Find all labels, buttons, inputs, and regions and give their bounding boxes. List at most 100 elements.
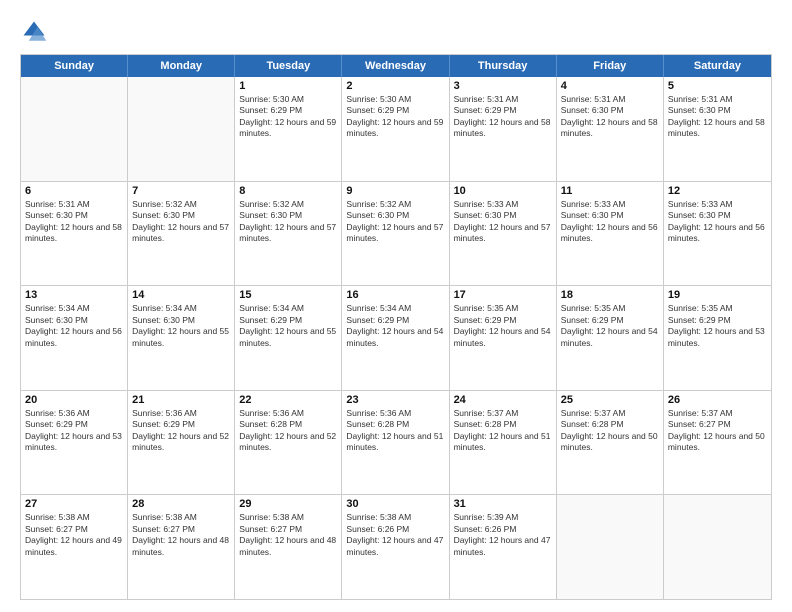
day-number: 1 (239, 80, 337, 92)
weekday-header: Saturday (664, 55, 771, 77)
calendar-header: SundayMondayTuesdayWednesdayThursdayFrid… (21, 55, 771, 77)
calendar-cell: 3 Sunrise: 5:31 AM Sunset: 6:29 PM Daylig… (450, 77, 557, 181)
cell-info: Sunrise: 5:39 AM Sunset: 6:26 PM Dayligh… (454, 512, 552, 558)
calendar-cell: 28 Sunrise: 5:38 AM Sunset: 6:27 PM Dayli… (128, 495, 235, 599)
cell-info: Sunrise: 5:35 AM Sunset: 6:29 PM Dayligh… (454, 303, 552, 349)
day-number: 12 (668, 185, 767, 197)
day-number: 31 (454, 498, 552, 510)
cell-info: Sunrise: 5:33 AM Sunset: 6:30 PM Dayligh… (668, 199, 767, 245)
day-number: 21 (132, 394, 230, 406)
calendar-cell: 25 Sunrise: 5:37 AM Sunset: 6:28 PM Dayli… (557, 391, 664, 495)
calendar-row: 27 Sunrise: 5:38 AM Sunset: 6:27 PM Dayli… (21, 494, 771, 599)
cell-info: Sunrise: 5:38 AM Sunset: 6:27 PM Dayligh… (132, 512, 230, 558)
day-number: 6 (25, 185, 123, 197)
calendar-cell: 14 Sunrise: 5:34 AM Sunset: 6:30 PM Dayli… (128, 286, 235, 390)
calendar-cell: 15Sunrise: 5:34 AM Sunset: 6:29 PM Dayli… (235, 286, 342, 390)
day-number: 16 (346, 289, 444, 301)
calendar-cell: 5 Sunrise: 5:31 AM Sunset: 6:30 PM Daylig… (664, 77, 771, 181)
cell-info: Sunrise: 5:30 AM Sunset: 6:29 PM Dayligh… (346, 94, 444, 140)
calendar-cell: 1 Sunrise: 5:30 AM Sunset: 6:29 PM Daylig… (235, 77, 342, 181)
cell-info: Sunrise: 5:32 AM Sunset: 6:30 PM Dayligh… (239, 199, 337, 245)
day-number: 25 (561, 394, 659, 406)
calendar-cell: 22 Sunrise: 5:36 AM Sunset: 6:28 PM Dayli… (235, 391, 342, 495)
logo-icon (20, 18, 48, 46)
logo (20, 18, 52, 46)
day-number: 19 (668, 289, 767, 301)
cell-info: Sunrise: 5:38 AM Sunset: 6:27 PM Dayligh… (25, 512, 123, 558)
day-number: 8 (239, 185, 337, 197)
cell-info: Sunrise: 5:31 AM Sunset: 6:30 PM Dayligh… (561, 94, 659, 140)
calendar-cell: 19 Sunrise: 5:35 AM Sunset: 6:29 PM Dayli… (664, 286, 771, 390)
day-number: 3 (454, 80, 552, 92)
calendar: SundayMondayTuesdayWednesdayThursdayFrid… (20, 54, 772, 600)
calendar-cell: 26Sunrise: 5:37 AM Sunset: 6:27 PM Dayli… (664, 391, 771, 495)
cell-info: Sunrise: 5:34 AM Sunset: 6:30 PM Dayligh… (25, 303, 123, 349)
calendar-cell: 30 Sunrise: 5:38 AM Sunset: 6:26 PM Dayli… (342, 495, 449, 599)
day-number: 29 (239, 498, 337, 510)
cell-info: Sunrise: 5:34 AM Sunset: 6:29 PM Dayligh… (346, 303, 444, 349)
cell-info: Sunrise: 5:38 AM Sunset: 6:26 PM Dayligh… (346, 512, 444, 558)
weekday-header: Friday (557, 55, 664, 77)
calendar-cell: 11 Sunrise: 5:33 AM Sunset: 6:30 PM Dayli… (557, 182, 664, 286)
cell-info: Sunrise: 5:35 AM Sunset: 6:29 PM Dayligh… (668, 303, 767, 349)
day-number: 7 (132, 185, 230, 197)
cell-info: Sunrise: 5:31 AM Sunset: 6:30 PM Dayligh… (25, 199, 123, 245)
day-number: 5 (668, 80, 767, 92)
day-number: 22 (239, 394, 337, 406)
cell-info: Sunrise: 5:31 AM Sunset: 6:29 PM Dayligh… (454, 94, 552, 140)
calendar-cell: 12 Sunrise: 5:33 AM Sunset: 6:30 PM Dayli… (664, 182, 771, 286)
day-number: 17 (454, 289, 552, 301)
cell-info: Sunrise: 5:33 AM Sunset: 6:30 PM Dayligh… (561, 199, 659, 245)
weekday-header: Sunday (21, 55, 128, 77)
cell-info: Sunrise: 5:32 AM Sunset: 6:30 PM Dayligh… (346, 199, 444, 245)
calendar-cell: 29 Sunrise: 5:38 AM Sunset: 6:27 PM Dayli… (235, 495, 342, 599)
cell-info: Sunrise: 5:38 AM Sunset: 6:27 PM Dayligh… (239, 512, 337, 558)
day-number: 13 (25, 289, 123, 301)
calendar-cell: 2 Sunrise: 5:30 AM Sunset: 6:29 PM Daylig… (342, 77, 449, 181)
day-number: 30 (346, 498, 444, 510)
calendar-cell: 4Sunrise: 5:31 AM Sunset: 6:30 PM Daylig… (557, 77, 664, 181)
cell-info: Sunrise: 5:30 AM Sunset: 6:29 PM Dayligh… (239, 94, 337, 140)
weekday-header: Wednesday (342, 55, 449, 77)
cell-info: Sunrise: 5:36 AM Sunset: 6:29 PM Dayligh… (25, 408, 123, 454)
cell-info: Sunrise: 5:37 AM Sunset: 6:27 PM Dayligh… (668, 408, 767, 454)
calendar-cell: 10Sunrise: 5:33 AM Sunset: 6:30 PM Dayli… (450, 182, 557, 286)
day-number: 10 (454, 185, 552, 197)
weekday-header: Monday (128, 55, 235, 77)
calendar-cell: 6 Sunrise: 5:31 AM Sunset: 6:30 PM Daylig… (21, 182, 128, 286)
day-number: 9 (346, 185, 444, 197)
calendar-row: 1 Sunrise: 5:30 AM Sunset: 6:29 PM Daylig… (21, 77, 771, 181)
cell-info: Sunrise: 5:34 AM Sunset: 6:30 PM Dayligh… (132, 303, 230, 349)
cell-info: Sunrise: 5:36 AM Sunset: 6:29 PM Dayligh… (132, 408, 230, 454)
calendar-cell: 9 Sunrise: 5:32 AM Sunset: 6:30 PM Daylig… (342, 182, 449, 286)
calendar-cell: 18Sunrise: 5:35 AM Sunset: 6:29 PM Dayli… (557, 286, 664, 390)
calendar-cell (557, 495, 664, 599)
calendar-cell: 20Sunrise: 5:36 AM Sunset: 6:29 PM Dayli… (21, 391, 128, 495)
day-number: 24 (454, 394, 552, 406)
cell-info: Sunrise: 5:37 AM Sunset: 6:28 PM Dayligh… (561, 408, 659, 454)
calendar-row: 6 Sunrise: 5:31 AM Sunset: 6:30 PM Daylig… (21, 181, 771, 286)
calendar-cell: 27 Sunrise: 5:38 AM Sunset: 6:27 PM Dayli… (21, 495, 128, 599)
calendar-cell (664, 495, 771, 599)
day-number: 27 (25, 498, 123, 510)
cell-info: Sunrise: 5:36 AM Sunset: 6:28 PM Dayligh… (239, 408, 337, 454)
day-number: 14 (132, 289, 230, 301)
calendar-cell: 8 Sunrise: 5:32 AM Sunset: 6:30 PM Daylig… (235, 182, 342, 286)
calendar-row: 13 Sunrise: 5:34 AM Sunset: 6:30 PM Dayli… (21, 285, 771, 390)
calendar-body: 1 Sunrise: 5:30 AM Sunset: 6:29 PM Daylig… (21, 77, 771, 599)
day-number: 28 (132, 498, 230, 510)
calendar-cell: 16 Sunrise: 5:34 AM Sunset: 6:29 PM Dayli… (342, 286, 449, 390)
calendar-cell: 31 Sunrise: 5:39 AM Sunset: 6:26 PM Dayli… (450, 495, 557, 599)
cell-info: Sunrise: 5:36 AM Sunset: 6:28 PM Dayligh… (346, 408, 444, 454)
weekday-header: Thursday (450, 55, 557, 77)
day-number: 2 (346, 80, 444, 92)
cell-info: Sunrise: 5:32 AM Sunset: 6:30 PM Dayligh… (132, 199, 230, 245)
weekday-header: Tuesday (235, 55, 342, 77)
calendar-cell: 7 Sunrise: 5:32 AM Sunset: 6:30 PM Daylig… (128, 182, 235, 286)
calendar-cell: 21 Sunrise: 5:36 AM Sunset: 6:29 PM Dayli… (128, 391, 235, 495)
calendar-cell (21, 77, 128, 181)
cell-info: Sunrise: 5:31 AM Sunset: 6:30 PM Dayligh… (668, 94, 767, 140)
cell-info: Sunrise: 5:35 AM Sunset: 6:29 PM Dayligh… (561, 303, 659, 349)
day-number: 15 (239, 289, 337, 301)
day-number: 11 (561, 185, 659, 197)
